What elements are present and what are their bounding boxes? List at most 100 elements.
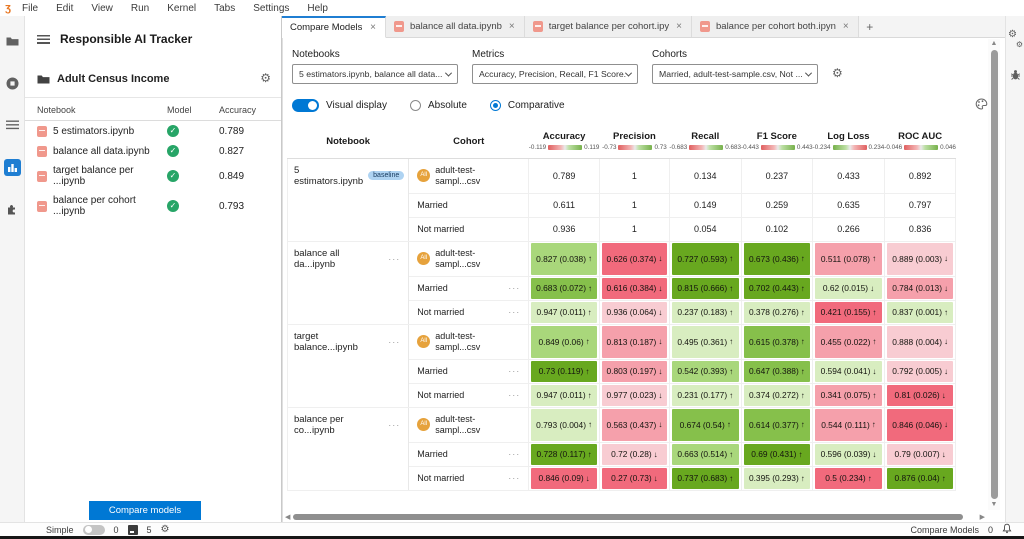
metric-cell-value: 0.702 (0.443)↑ xyxy=(744,278,811,299)
notebook-row[interactable]: balance all data.ipynb✓0.827 xyxy=(25,141,281,161)
down-arrow-icon: ↓ xyxy=(944,284,948,293)
cohort-cell: Married··· xyxy=(409,359,529,383)
visual-display-toggle[interactable] xyxy=(292,99,319,112)
project-folder-icon xyxy=(37,74,50,84)
notebook-row[interactable]: balance per cohort ...ipynb✓0.793 xyxy=(25,191,281,221)
scale-max: 0.443 xyxy=(797,144,813,151)
scroll-up-icon[interactable]: ▲ xyxy=(991,39,998,49)
notebook-row[interactable]: 5 estimators.ipynb✓0.789 xyxy=(25,121,281,141)
row-menu-button[interactable]: ··· xyxy=(508,366,524,376)
metrics-dropdown[interactable]: Accuracy, Precision, Recall, F1 Score... xyxy=(472,64,638,84)
tab-close-icon[interactable]: × xyxy=(842,21,850,32)
tab-balance-all-data-ipynb[interactable]: balance all data.ipynb× xyxy=(386,16,525,37)
vertical-scrollbar[interactable]: ▲ ▼ xyxy=(988,39,1000,510)
terminal-icon[interactable] xyxy=(128,525,138,535)
menu-tabs[interactable]: Tabs xyxy=(214,3,235,14)
menu-settings[interactable]: Settings xyxy=(253,3,289,14)
model-check-icon: ✓ xyxy=(167,125,179,137)
running-kernels-icon[interactable] xyxy=(0,72,25,94)
notebook-file-icon xyxy=(37,171,47,182)
metric-value: 0.614 (0.377) xyxy=(749,420,799,430)
row-menu-button[interactable]: ··· xyxy=(508,283,524,293)
metric-value: 0.615 (0.378) xyxy=(749,337,799,347)
metric-cell-value: 0.614 (0.377)↑ xyxy=(744,409,811,441)
row-menu-button[interactable]: ··· xyxy=(388,337,404,347)
menu-edit[interactable]: Edit xyxy=(56,3,73,14)
metric-cell-value: 0.784 (0.013)↓ xyxy=(887,278,954,299)
up-arrow-icon: ↑ xyxy=(729,308,733,317)
absolute-radio[interactable] xyxy=(410,100,421,111)
absolute-label: Absolute xyxy=(428,100,467,111)
cohort-cell: Married xyxy=(409,193,529,217)
tab-balance-per-cohort-both-ipyn[interactable]: balance per cohort both.ipyn× xyxy=(692,16,859,37)
app-logo-icon: ʒ xyxy=(0,1,16,15)
scroll-right-icon[interactable]: ▶ xyxy=(980,513,985,521)
row-menu-button[interactable]: ··· xyxy=(508,449,524,459)
metric-cell: 0.849 (0.06)↑ xyxy=(529,324,600,359)
metric-cell: 0.673 (0.436)↑ xyxy=(741,241,813,276)
metric-cell: 0.378 (0.276)↑ xyxy=(741,300,813,324)
metric-value: 0.73 (0.119) xyxy=(539,366,584,376)
cohort-cell: Alladult-test-sampl...csv xyxy=(409,324,529,359)
all-cohort-badge: All xyxy=(417,335,430,348)
notebook-file-icon xyxy=(394,21,404,32)
metric-cell: 0.892 xyxy=(884,158,956,193)
simple-mode-toggle[interactable] xyxy=(83,525,105,535)
horizontal-scroll-thumb[interactable] xyxy=(293,514,962,520)
row-menu-button[interactable]: ··· xyxy=(388,254,404,264)
kernel-status-icon[interactable]: ⚙ xyxy=(161,525,170,535)
tab-close-icon[interactable]: × xyxy=(675,21,683,32)
metric-cell: 0.149 xyxy=(669,193,741,217)
menu-run[interactable]: Run xyxy=(131,3,149,14)
up-arrow-icon: ↑ xyxy=(801,284,805,293)
row-menu-button[interactable]: ··· xyxy=(508,307,524,317)
up-arrow-icon: ↑ xyxy=(801,308,805,317)
row-menu-button[interactable]: ··· xyxy=(508,473,524,483)
tab-label: target balance per cohort.ipy xyxy=(549,21,669,32)
metric-cell: 1 xyxy=(599,193,669,217)
metric-value: 0.674 (0.54) xyxy=(680,420,725,430)
menu-view[interactable]: View xyxy=(91,3,113,14)
property-inspector-icon[interactable]: ⚙⚙ xyxy=(1008,32,1022,46)
project-settings-gear-icon[interactable]: ⚙ xyxy=(260,68,271,88)
scroll-left-icon[interactable]: ◀ xyxy=(285,513,290,521)
jupyterlab-window: ʒ FileEditViewRunKernelTabsSettingsHelp … xyxy=(0,0,1024,539)
metric-cell-value: 0.936 (0.064)↓ xyxy=(602,302,667,323)
table-of-contents-icon[interactable] xyxy=(0,114,25,136)
metric-value: 0.81 (0.026) xyxy=(895,390,940,400)
color-palette-icon[interactable] xyxy=(975,98,988,113)
row-menu-button[interactable]: ··· xyxy=(508,390,524,400)
row-menu-button[interactable]: ··· xyxy=(388,420,404,430)
metric-cell-value: 0.455 (0.022)↑ xyxy=(815,326,882,358)
rai-tracker-icon[interactable] xyxy=(0,156,25,178)
compare-models-button[interactable]: Compare models xyxy=(89,501,201,520)
tab-close-icon[interactable]: × xyxy=(508,21,516,32)
metric-cell-value: 0.876 (0.04)↑ xyxy=(887,468,954,489)
menu-help[interactable]: Help xyxy=(307,3,328,14)
down-arrow-icon: ↓ xyxy=(658,254,662,263)
metric-cell: 0.542 (0.393)↑ xyxy=(669,359,741,383)
notebook-row[interactable]: target balance per ...ipynb✓0.849 xyxy=(25,161,281,191)
extensions-icon[interactable] xyxy=(0,198,25,220)
menu-kernel[interactable]: Kernel xyxy=(167,3,196,14)
menu-file[interactable]: File xyxy=(22,3,38,14)
file-browser-icon[interactable] xyxy=(0,30,25,52)
vertical-scroll-thumb[interactable] xyxy=(991,50,998,499)
tab-target-balance-per-cohort-ipy[interactable]: target balance per cohort.ipy × xyxy=(525,16,692,37)
scroll-down-icon[interactable]: ▼ xyxy=(991,500,998,510)
panel-menu-icon[interactable] xyxy=(37,35,50,44)
cohort-settings-gear-icon[interactable]: ⚙ xyxy=(832,63,843,83)
new-tab-button[interactable]: + xyxy=(859,16,881,37)
metric-cell: 0.544 (0.111)↑ xyxy=(813,407,885,442)
comparative-radio[interactable] xyxy=(490,100,501,111)
notebooks-dropdown[interactable]: 5 estimators.ipynb, balance all data... xyxy=(292,64,458,84)
metric-cell-value: 0.596 (0.039)↓ xyxy=(815,444,882,465)
tab-close-icon[interactable]: × xyxy=(369,22,377,33)
debugger-bug-icon[interactable] xyxy=(1010,68,1021,86)
compare-models-view: Notebooks 5 estimators.ipynb, balance al… xyxy=(282,38,1005,524)
cohorts-dropdown[interactable]: Married, adult-test-sample.csv, Not ... xyxy=(652,64,818,84)
tab-compare-models[interactable]: Compare Models× xyxy=(282,16,386,38)
notebooks-label: Notebooks xyxy=(292,49,458,60)
cohort-cell-content: Not married xyxy=(409,224,528,235)
bell-icon[interactable] xyxy=(1002,523,1012,536)
